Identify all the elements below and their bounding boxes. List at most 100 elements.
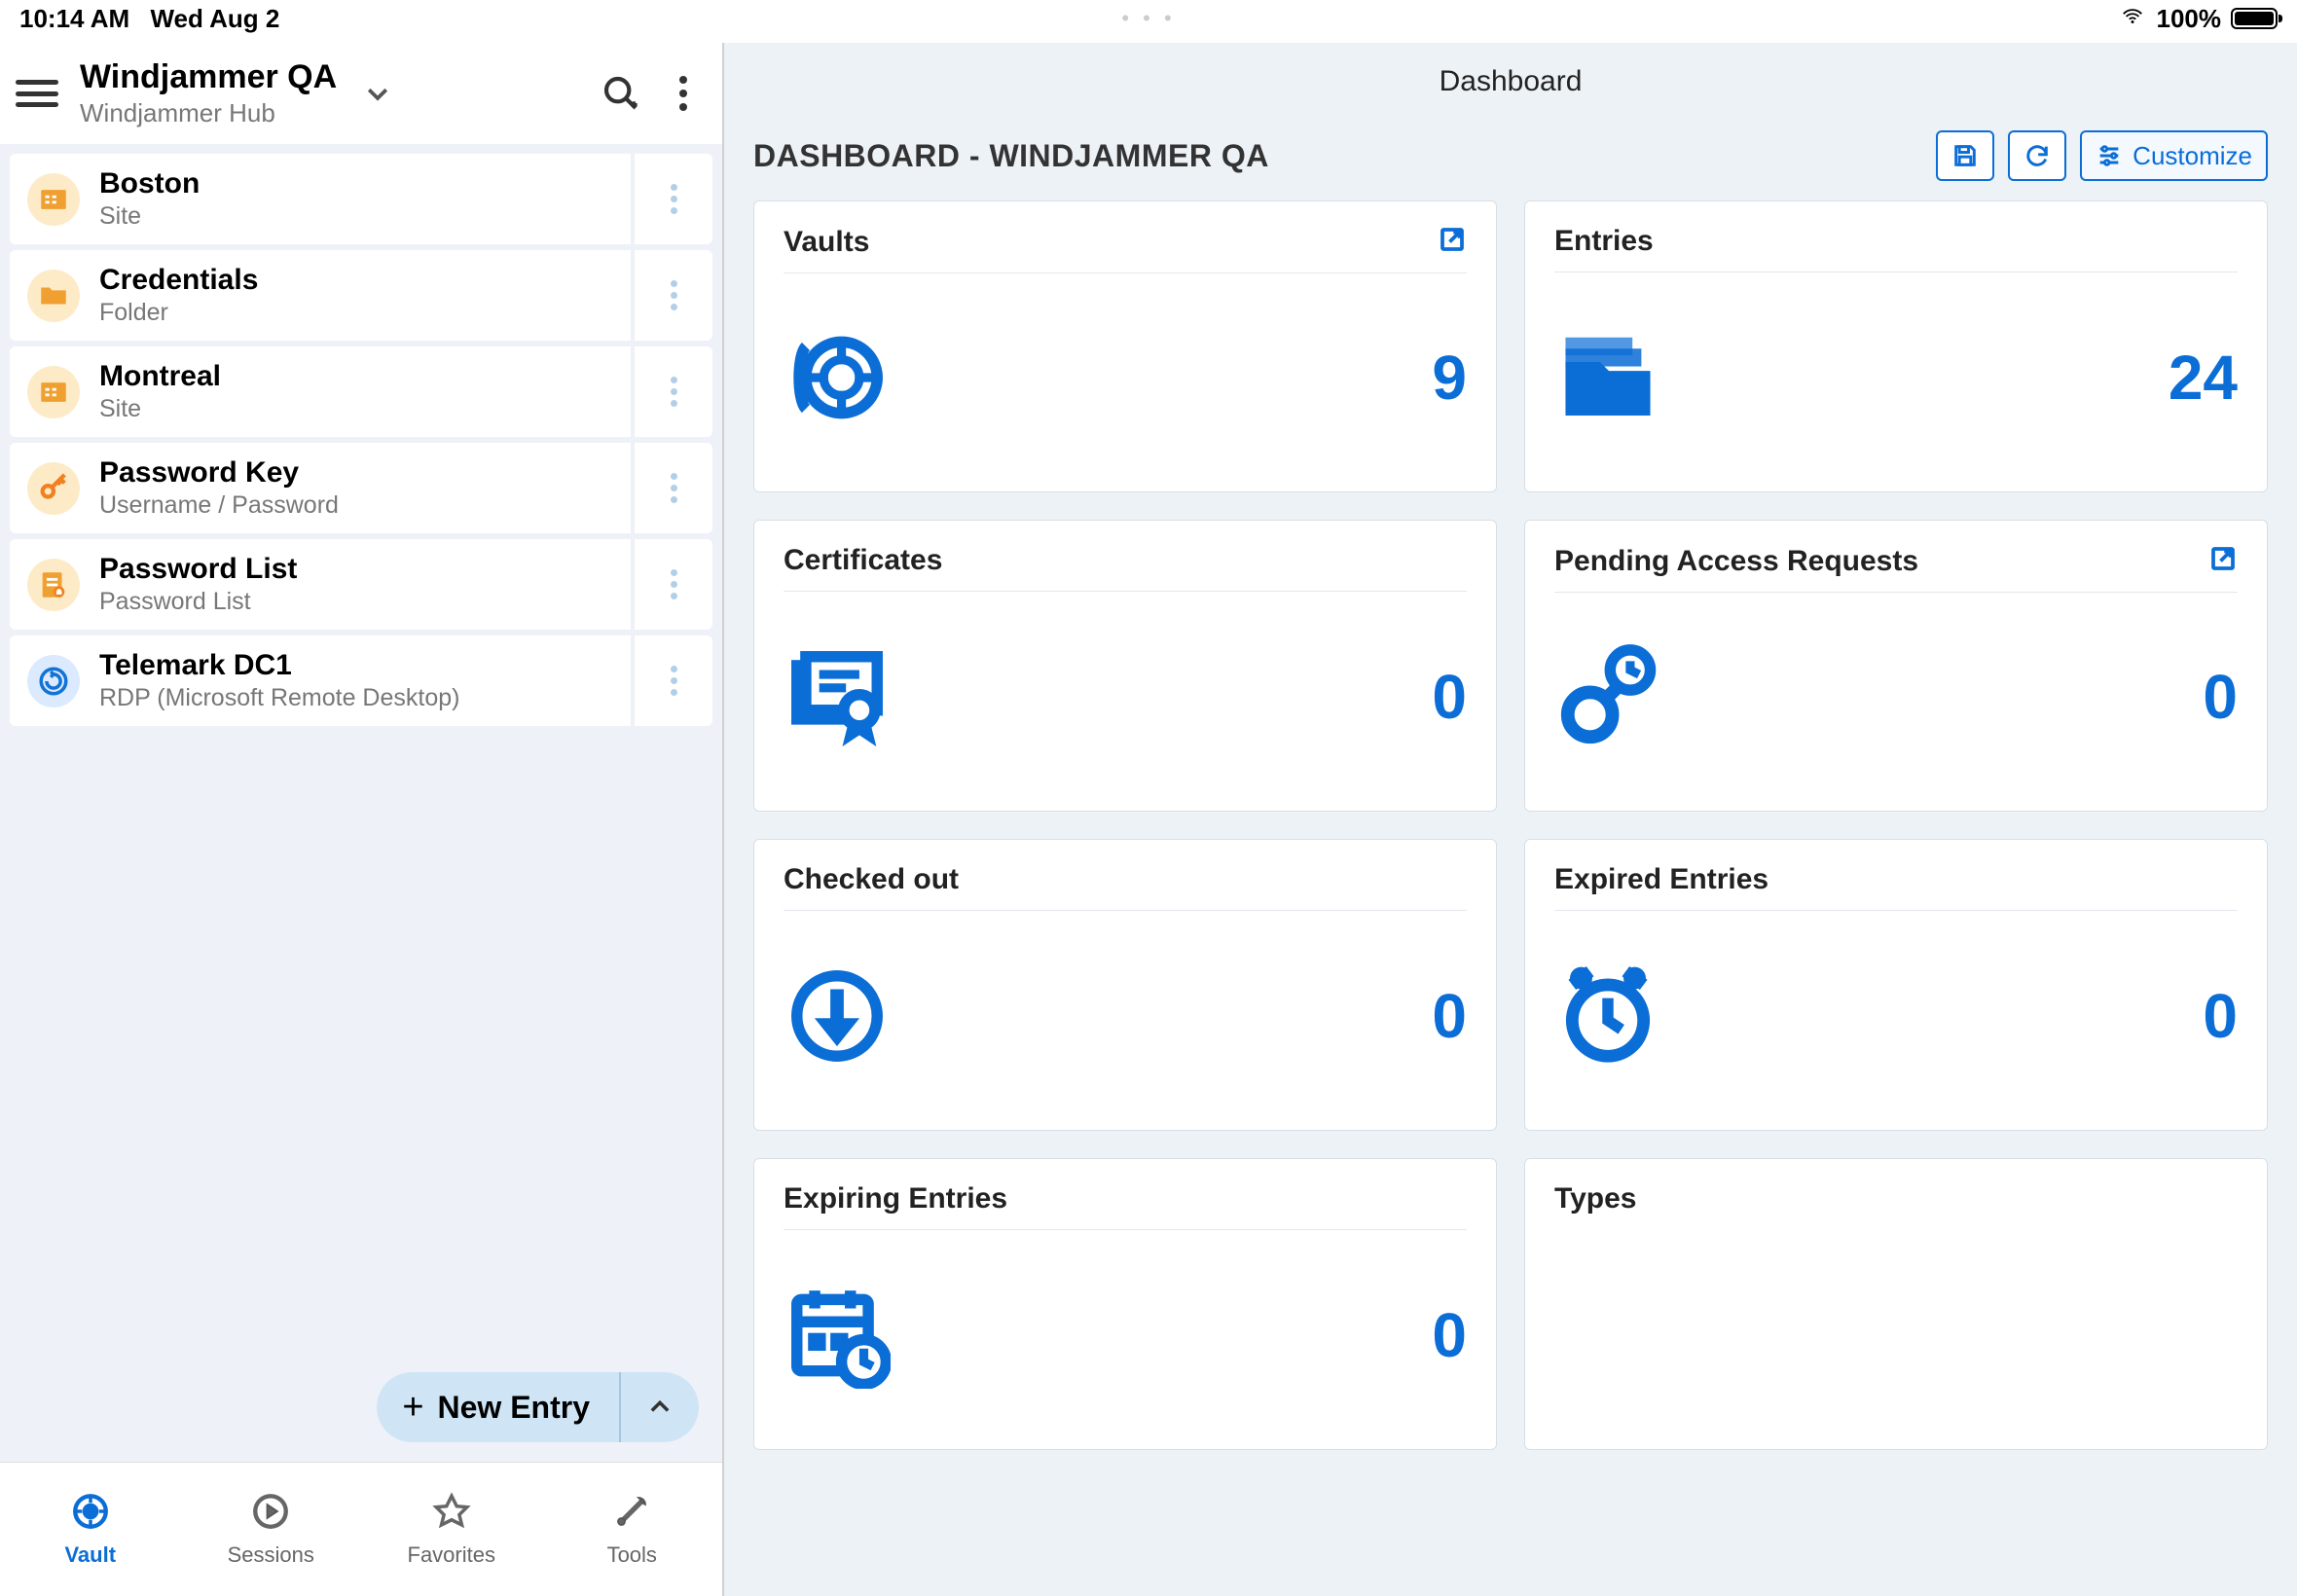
battery-percent: 100% (2157, 4, 2222, 34)
rdp-icon (27, 655, 80, 707)
entry-title: Password Key (99, 456, 339, 490)
card-title: Checked out (784, 863, 959, 896)
calclock-icon (784, 1282, 891, 1389)
page-title: Dashboard (1440, 65, 1583, 98)
dashboard-card[interactable]: Types (1524, 1158, 2268, 1450)
card-title: Expired Entries (1554, 863, 1768, 896)
save-button[interactable] (1936, 130, 1994, 181)
chevron-down-icon[interactable] (358, 74, 397, 113)
site-icon (27, 173, 80, 226)
entry-subtitle: Site (99, 202, 200, 231)
list-item[interactable]: Password Key Username / Password (10, 443, 712, 533)
status-time: 10:14 AM (19, 4, 129, 33)
key-icon (27, 462, 80, 515)
card-value: 0 (1432, 1299, 1467, 1371)
dashboard-card[interactable]: Certificates 0 (753, 520, 1497, 812)
dashboard-card[interactable]: Vaults 9 (753, 200, 1497, 492)
card-value: 0 (1432, 661, 1467, 733)
vault-subtitle: Windjammer Hub (80, 98, 337, 128)
entry-subtitle: Password List (99, 588, 297, 616)
card-value: 0 (2203, 980, 2238, 1052)
entry-more-button[interactable] (635, 154, 712, 244)
customize-label: Customize (2133, 141, 2252, 171)
tools-icon (611, 1491, 652, 1537)
entry-subtitle: RDP (Microsoft Remote Desktop) (99, 684, 459, 712)
entry-more-button[interactable] (635, 443, 712, 533)
entry-more-button[interactable] (635, 635, 712, 726)
entry-subtitle: Username / Password (99, 491, 339, 520)
breadcrumb: DASHBOARD - WINDJAMMER QA (753, 138, 1269, 174)
entry-title: Boston (99, 167, 200, 200)
play-icon (250, 1491, 291, 1537)
open-external-icon[interactable] (1438, 225, 1467, 259)
entries-list[interactable]: Boston Site Credentials Folder Montreal … (0, 144, 722, 1353)
dashboard-card[interactable]: Expired Entries 0 (1524, 839, 2268, 1131)
card-value: 0 (1432, 980, 1467, 1052)
folder-icon (1554, 324, 1661, 431)
tab-favorites[interactable]: Favorites (361, 1463, 542, 1596)
tab-label: Vault (64, 1542, 116, 1568)
bottom-tabs: Vault Sessions Favorites Tools (0, 1462, 722, 1596)
handle-indicator: • • • (1121, 6, 1175, 31)
menu-icon[interactable] (16, 78, 58, 109)
list-item[interactable]: Montreal Site (10, 346, 712, 437)
list-item[interactable]: Telemark DC1 RDP (Microsoft Remote Deskt… (10, 635, 712, 726)
card-title: Vaults (784, 226, 869, 259)
dashboard-card[interactable]: Pending Access Requests 0 (1524, 520, 2268, 812)
card-value: 9 (1432, 342, 1467, 414)
card-title: Types (1554, 1182, 1636, 1215)
cert-icon (784, 643, 891, 750)
entry-title: Credentials (99, 264, 258, 297)
keyclock-icon (1554, 643, 1661, 750)
dashboard-card[interactable]: Checked out 0 (753, 839, 1497, 1131)
download-icon (784, 962, 891, 1070)
open-external-icon[interactable] (2208, 544, 2238, 578)
customize-button[interactable]: Customize (2080, 130, 2268, 181)
entry-subtitle: Folder (99, 299, 258, 327)
card-value: 24 (2169, 342, 2238, 414)
card-title: Entries (1554, 225, 1654, 258)
vault-icon (70, 1491, 111, 1537)
dashboard-card[interactable]: Expiring Entries 0 (753, 1158, 1497, 1450)
vault-icon (784, 324, 891, 431)
alarm-icon (1554, 962, 1661, 1070)
site-icon (27, 366, 80, 418)
entry-title: Montreal (99, 360, 221, 393)
tab-label: Favorites (408, 1542, 495, 1568)
card-title: Expiring Entries (784, 1182, 1007, 1215)
card-title: Certificates (784, 544, 942, 577)
tab-sessions[interactable]: Sessions (181, 1463, 362, 1596)
search-add-icon[interactable] (600, 72, 642, 115)
status-time-date: 10:14 AM Wed Aug 2 (19, 4, 279, 34)
new-entry-expand[interactable] (619, 1372, 699, 1442)
new-entry-button[interactable]: + New Entry (377, 1372, 699, 1442)
entry-more-button[interactable] (635, 539, 712, 630)
tab-vault[interactable]: Vault (0, 1463, 181, 1596)
tab-label: Sessions (228, 1542, 314, 1568)
dashboard-card[interactable]: Entries 24 (1524, 200, 2268, 492)
entry-more-button[interactable] (635, 346, 712, 437)
new-entry-label: New Entry (438, 1390, 590, 1426)
entry-more-button[interactable] (635, 250, 712, 341)
list-item[interactable]: Password List Password List (10, 539, 712, 630)
status-bar: 10:14 AM Wed Aug 2 • • • 100% (0, 0, 2297, 37)
card-value: 0 (2203, 661, 2238, 733)
list-item[interactable]: Boston Site (10, 154, 712, 244)
main-panel: Dashboard DASHBOARD - WINDJAMMER QA (724, 43, 2297, 1596)
list-item[interactable]: Credentials Folder (10, 250, 712, 341)
refresh-button[interactable] (2008, 130, 2066, 181)
more-icon[interactable] (664, 74, 703, 113)
folder-icon (27, 270, 80, 322)
vault-selector[interactable]: Windjammer QA Windjammer Hub (80, 58, 337, 128)
list-icon (27, 559, 80, 611)
wifi-icon (2118, 4, 2147, 34)
sidebar-header: Windjammer QA Windjammer Hub (0, 43, 722, 144)
battery-icon (2231, 8, 2278, 29)
tab-tools[interactable]: Tools (542, 1463, 723, 1596)
entry-title: Password List (99, 553, 297, 586)
star-icon (431, 1491, 472, 1537)
cards-grid: Vaults 9 Entries 24 Certificates 0 Pendi… (724, 200, 2297, 1479)
card-title: Pending Access Requests (1554, 545, 1918, 578)
plus-icon: + (402, 1387, 423, 1429)
status-date: Wed Aug 2 (150, 4, 279, 33)
